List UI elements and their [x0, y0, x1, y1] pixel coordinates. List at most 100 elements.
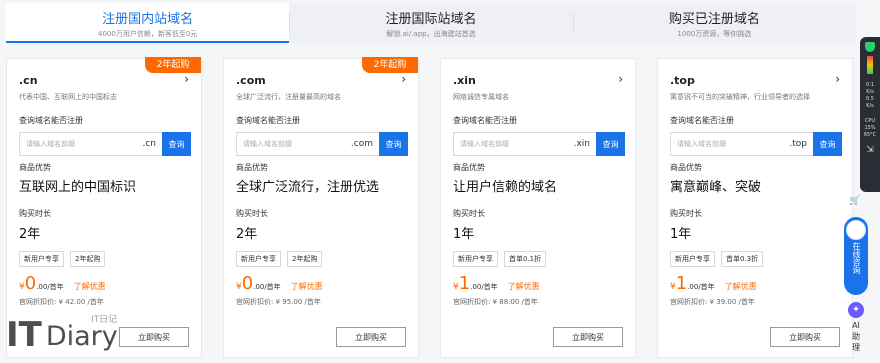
domain-suffix: .cn: [142, 139, 156, 149]
domain-name: .com: [236, 74, 266, 87]
promo-badge: 2年起购: [145, 57, 201, 73]
ai-assistant-button[interactable]: ✦ AI助理: [844, 302, 868, 360]
tab-buy-registered[interactable]: 购买已注册域名 1000万资源，等你挑选: [572, 3, 856, 43]
buy-button[interactable]: 立即购买: [553, 327, 623, 347]
price-int: 0: [241, 273, 254, 294]
original-price: 官网折扣价: ¥ 39.00 /首年: [670, 298, 755, 306]
tab-international[interactable]: 注册国际站域名 解锁.ai/.app，出海建站首选: [289, 3, 573, 43]
domain-name: .top: [670, 74, 695, 87]
tab-subtitle: 1000万资源，等你挑选: [677, 30, 752, 38]
price-unit: /首年: [47, 283, 64, 291]
watermark-logo-text: Diary: [45, 321, 118, 352]
watermark: IT Diary IT日记: [6, 315, 118, 355]
buy-button[interactable]: 立即购买: [336, 327, 406, 347]
price-dec: .00: [36, 283, 48, 291]
discount-link[interactable]: 了解优惠: [74, 282, 106, 291]
promo-badge: 2年起购: [362, 57, 418, 73]
price-dec: .00: [470, 283, 482, 291]
tab-subtitle: 解锁.ai/.app，出海建站首选: [386, 30, 476, 38]
domain-tabs: 注册国内站域名 4000万用户信赖，新客低至0元 注册国际站域名 解锁.ai/.…: [6, 3, 856, 43]
chevron-right-icon[interactable]: ›: [184, 72, 189, 86]
tag: 首单0.3折: [721, 251, 764, 267]
advantage-label: 商品优势: [670, 163, 702, 172]
domain-suffix: .xin: [573, 139, 590, 149]
discount-link[interactable]: 了解优惠: [725, 282, 757, 291]
tab-domestic[interactable]: 注册国内站域名 4000万用户信赖，新客低至0元: [6, 3, 290, 43]
advantage-label: 商品优势: [236, 163, 268, 172]
duration-value: 1年: [670, 227, 692, 242]
watermark-logo: IT: [6, 315, 42, 355]
domain-search: 请输入域名前缀 .xin 查询: [453, 132, 625, 156]
system-monitor-rail: 0.1 K/s 0.5 K/s CPU 15% 65°C ⇲: [860, 37, 880, 192]
domain-search-input[interactable]: 请输入域名前缀 .top: [670, 132, 813, 156]
cpu-label: CPU: [864, 118, 876, 124]
domain-search: 请输入域名前缀 .top 查询: [670, 132, 842, 156]
tag-list: 新用户专享 首单0.1折: [453, 251, 547, 267]
price-int: 1: [675, 273, 688, 294]
buy-button[interactable]: 立即购买: [119, 327, 189, 347]
advantage-text: 让用户信赖的域名: [453, 180, 558, 195]
consult-label: 在线咨询: [852, 242, 861, 274]
price-int: 0: [24, 273, 37, 294]
domain-suffix: .com: [350, 139, 373, 149]
search-button[interactable]: 查询: [162, 132, 191, 156]
price: ¥1.00/首年 了解优惠: [670, 273, 757, 294]
ai-label: AI助理: [852, 321, 860, 352]
domain-search-input[interactable]: 请输入域名前缀 .com: [236, 132, 379, 156]
net-down-unit: K/s: [866, 89, 874, 95]
price: ¥1.00/首年 了解优惠: [453, 273, 540, 294]
input-placeholder: 请输入域名前缀: [243, 140, 292, 148]
ai-sparkle-icon: ✦: [848, 302, 864, 318]
bar-meter-icon: [867, 56, 873, 74]
query-label: 查询域名能否注册: [453, 116, 517, 125]
input-placeholder: 请输入域名前缀: [26, 140, 75, 148]
discount-link[interactable]: 了解优惠: [291, 282, 323, 291]
tag-list: 新用户专享 首单0.3折: [670, 251, 764, 267]
duration-label: 购买时长: [670, 209, 702, 218]
tag: 2年起购: [70, 251, 106, 267]
search-button[interactable]: 查询: [379, 132, 408, 156]
discount-link[interactable]: 了解优惠: [508, 282, 540, 291]
domain-search: 请输入域名前缀 .cn 查询: [19, 132, 191, 156]
watermark-small: IT日记: [91, 315, 118, 325]
tab-title: 注册国内站域名: [102, 12, 194, 27]
chevron-right-icon[interactable]: ›: [401, 72, 406, 86]
domain-name: .xin: [453, 74, 476, 87]
duration-value: 1年: [453, 227, 475, 242]
price-unit: /首年: [698, 283, 715, 291]
temp-value: 65°C: [863, 132, 877, 138]
query-label: 查询域名能否注册: [19, 116, 83, 125]
advantage-text: 寓意巅峰、突破: [670, 180, 762, 195]
original-price: 官网折扣价: ¥ 88.00 /首年: [453, 298, 538, 306]
expand-icon[interactable]: ⇲: [860, 145, 880, 155]
price-dec: .00: [253, 283, 265, 291]
avatar: [846, 220, 866, 240]
tag-list: 新用户专享 2年起购: [19, 251, 106, 267]
input-placeholder: 请输入域名前缀: [677, 140, 726, 148]
net-up: 0.5: [866, 96, 874, 102]
domain-name: .cn: [19, 74, 38, 87]
price: ¥0.00/首年 了解优惠: [236, 273, 323, 294]
advantage-text: 互联网上的中国标识: [19, 180, 137, 195]
chevron-right-icon[interactable]: ›: [835, 72, 840, 86]
buy-button[interactable]: 立即购买: [770, 327, 840, 347]
tab-title: 注册国际站域名: [385, 12, 477, 27]
duration-label: 购买时长: [19, 209, 51, 218]
domain-desc: 全球广泛流行，注册量最高的域名: [236, 93, 341, 101]
domain-search-input[interactable]: 请输入域名前缀 .xin: [453, 132, 596, 156]
original-price: 官网折扣价: ¥ 42.00 /首年: [19, 298, 104, 306]
cart-icon[interactable]: 🛒: [846, 192, 864, 210]
online-consult-button[interactable]: 在线咨询: [844, 217, 868, 295]
tag: 新用户专享: [19, 251, 64, 267]
domain-desc: 寓意锐不可当的突破精神，行业领导者的选择: [670, 93, 810, 101]
domain-desc: 网络诚信专属域名: [453, 93, 509, 101]
search-button[interactable]: 查询: [596, 132, 625, 156]
shield-icon: [865, 42, 875, 52]
domain-search-input[interactable]: 请输入域名前缀 .cn: [19, 132, 162, 156]
search-button[interactable]: 查询: [813, 132, 842, 156]
chevron-right-icon[interactable]: ›: [618, 72, 623, 86]
net-up-unit: K/s: [866, 103, 874, 109]
domain-suffix: .top: [789, 139, 807, 149]
tab-subtitle: 4000万用户信赖，新客低至0元: [98, 30, 198, 38]
input-placeholder: 请输入域名前缀: [460, 140, 509, 148]
